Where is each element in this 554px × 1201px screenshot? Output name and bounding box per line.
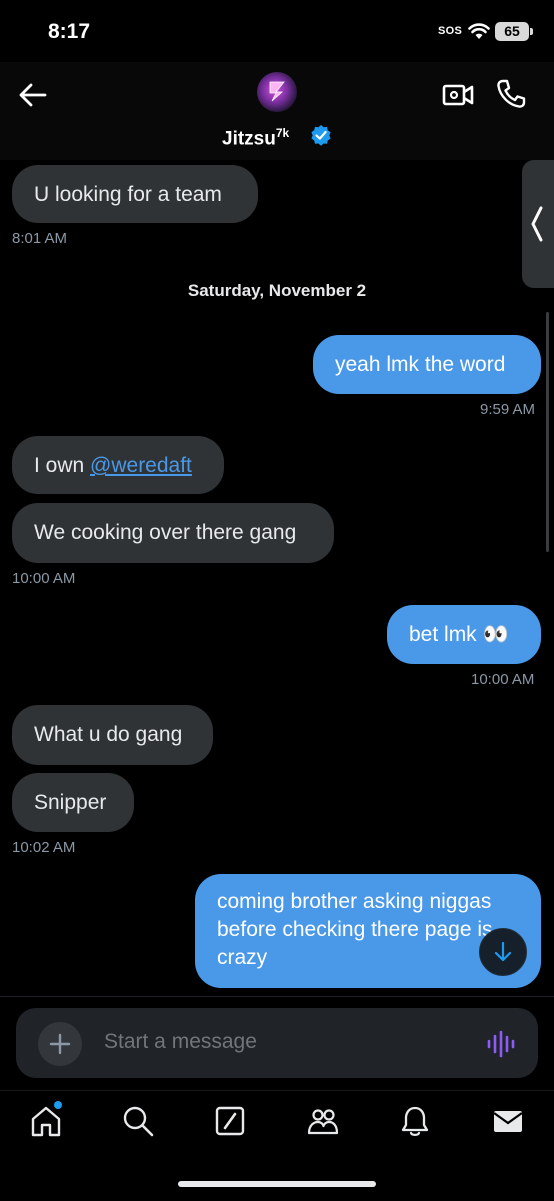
sos-indicator: SOS bbox=[438, 25, 463, 37]
incoming-message-bubble[interactable]: Snipper bbox=[12, 773, 134, 832]
message-input[interactable]: Start a message bbox=[104, 1030, 257, 1054]
battery-indicator: 65 bbox=[495, 22, 529, 41]
status-time: 8:17 bbox=[48, 20, 91, 43]
wifi-icon bbox=[468, 23, 490, 39]
grok-icon[interactable] bbox=[213, 1104, 247, 1138]
contact-name[interactable]: Jitzsu7k bbox=[222, 126, 289, 150]
messages-envelope-icon[interactable] bbox=[491, 1104, 525, 1138]
add-attachment-button[interactable] bbox=[38, 1022, 82, 1066]
message-line: before checking there page is bbox=[217, 918, 493, 941]
battery-nub bbox=[530, 28, 533, 35]
verified-badge-icon bbox=[311, 125, 331, 146]
contact-name-text: Jitzsu bbox=[222, 128, 276, 150]
message-timestamp: 8:01 AM bbox=[12, 230, 68, 247]
status-bar: 8:17 SOS 65 bbox=[0, 0, 554, 62]
communities-icon[interactable] bbox=[306, 1104, 340, 1138]
plus-icon bbox=[49, 1033, 71, 1055]
avatar-logo-icon bbox=[269, 81, 285, 102]
composer-divider bbox=[0, 996, 554, 997]
incoming-message-bubble[interactable]: What u do gang bbox=[12, 705, 213, 765]
chevron-left-icon bbox=[531, 206, 543, 242]
incoming-message-bubble[interactable]: I own @weredaft bbox=[12, 436, 224, 494]
incoming-message-bubble[interactable]: U looking for a team bbox=[12, 165, 258, 223]
message-timestamp: 10:00 AM bbox=[12, 570, 76, 587]
home-icon[interactable] bbox=[29, 1104, 63, 1138]
back-arrow-icon[interactable] bbox=[18, 80, 48, 110]
outgoing-message-bubble[interactable]: bet lmk 👀 bbox=[387, 605, 541, 664]
scrollbar[interactable] bbox=[546, 312, 549, 552]
message-line: crazy bbox=[217, 946, 268, 969]
scroll-to-bottom-button[interactable] bbox=[479, 928, 527, 976]
contact-avatar[interactable] bbox=[257, 72, 297, 112]
message-timestamp: 9:59 AM bbox=[480, 401, 536, 418]
message-timestamp: 10:02 AM bbox=[12, 839, 76, 856]
video-call-icon[interactable] bbox=[442, 80, 474, 110]
incoming-message-bubble[interactable]: We cooking over there gang bbox=[12, 503, 334, 563]
mention-link[interactable]: @weredaft bbox=[90, 454, 192, 477]
home-indicator bbox=[178, 1181, 376, 1187]
message-timestamp: 10:00 AM bbox=[471, 671, 535, 688]
arrow-down-icon bbox=[494, 941, 512, 962]
message-composer bbox=[16, 1008, 538, 1078]
outgoing-message-bubble[interactable]: yeah lmk the word bbox=[313, 335, 541, 394]
message-line: coming brother asking niggas bbox=[217, 890, 492, 913]
voice-message-icon[interactable] bbox=[486, 1030, 516, 1058]
notification-dot bbox=[54, 1101, 62, 1109]
message-text: I own bbox=[34, 454, 91, 477]
date-separator: Saturday, November 2 bbox=[187, 281, 367, 300]
contact-name-superscript: 7k bbox=[275, 126, 290, 140]
search-icon[interactable] bbox=[121, 1104, 155, 1138]
phone-icon[interactable] bbox=[496, 78, 526, 110]
notifications-bell-icon[interactable] bbox=[398, 1104, 432, 1138]
